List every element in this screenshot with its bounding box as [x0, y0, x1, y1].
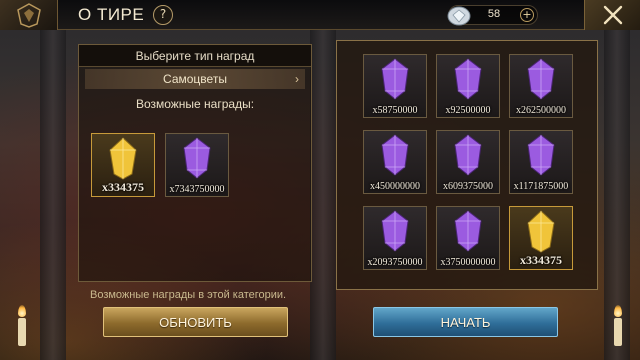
reward-tile[interactable]: x2093750000 — [363, 206, 427, 270]
reward-quantity: x7343750000 — [169, 184, 225, 195]
candle-flame-icon — [18, 305, 26, 317]
category-label: Самоцветы — [163, 72, 227, 86]
close-icon — [603, 5, 623, 25]
guild-emblem-icon — [0, 0, 58, 30]
purple-crystal-icon — [454, 58, 482, 100]
background-pillar — [40, 30, 66, 360]
page-title: О ТИРЕ — [78, 5, 145, 24]
purple-crystal-icon — [454, 210, 482, 252]
reward-tile[interactable]: x262500000 — [509, 54, 573, 118]
purple-crystal-icon — [381, 58, 409, 100]
reward-quantity: x1171875000 — [513, 181, 569, 192]
currency-amount: 58 — [487, 8, 501, 20]
refresh-button[interactable]: ОБНОВИТЬ — [103, 307, 288, 337]
top-bar: О ТИРЕ ? 58 + — [0, 0, 640, 30]
reward-quantity: x262500000 — [516, 105, 566, 116]
category-selector[interactable]: Самоцветы › — [85, 69, 305, 89]
reward-tile[interactable]: x609375000 — [436, 130, 500, 194]
left-panel: Выберите тип наград Самоцветы › Возможны… — [78, 44, 312, 282]
reward-quantity: x58750000 — [372, 105, 418, 116]
start-button[interactable]: НАЧАТЬ — [373, 307, 558, 337]
candle-flame-icon — [614, 305, 622, 317]
category-hint-text: Возможные награды в этой категории. — [90, 289, 287, 301]
chevron-right-icon: › — [295, 72, 299, 86]
reward-pool-panel: x58750000 x92500000 x262500000 x450000000 x6… — [336, 40, 598, 290]
purple-crystal-icon — [381, 210, 409, 252]
reward-tile[interactable]: x1171875000 — [509, 130, 573, 194]
candle-left — [18, 318, 26, 346]
background-pillar — [310, 30, 336, 360]
reward-quantity: x609375000 — [443, 181, 493, 192]
add-currency-button[interactable]: + — [520, 8, 534, 22]
reward-quantity: x92500000 — [445, 105, 491, 116]
reward-quantity: x2093750000 — [367, 257, 423, 268]
gold-gem-icon — [527, 210, 555, 253]
reward-tile[interactable]: x58750000 — [363, 54, 427, 118]
possible-rewards-label: Возможные награды: — [135, 97, 255, 111]
reward-quantity: x334375 — [520, 253, 562, 267]
purple-crystal-icon — [527, 58, 555, 100]
reward-quantity: x450000000 — [370, 181, 420, 192]
reward-type-header: Выберите тип наград — [79, 45, 311, 67]
purple-crystal-icon — [381, 134, 409, 176]
purple-crystal-icon — [527, 134, 555, 176]
reward-tile[interactable]: x3750000000 — [436, 206, 500, 270]
reward-quantity: x3750000000 — [440, 257, 496, 268]
close-button[interactable] — [584, 0, 640, 30]
reward-quantity: x334375 — [102, 180, 144, 194]
reward-tile[interactable]: x450000000 — [363, 130, 427, 194]
candle-right — [614, 318, 622, 346]
purple-crystal-icon — [183, 137, 211, 179]
reward-tile[interactable]: x334375 — [509, 206, 573, 270]
reward-tile[interactable]: x7343750000 — [165, 133, 229, 197]
diamond-currency-icon — [447, 6, 471, 26]
reward-tile[interactable]: x334375 — [91, 133, 155, 197]
reward-tile[interactable]: x92500000 — [436, 54, 500, 118]
purple-crystal-icon — [454, 134, 482, 176]
help-button[interactable]: ? — [153, 5, 173, 25]
currency-display: 58 + — [447, 5, 538, 26]
gold-gem-icon — [109, 137, 137, 180]
